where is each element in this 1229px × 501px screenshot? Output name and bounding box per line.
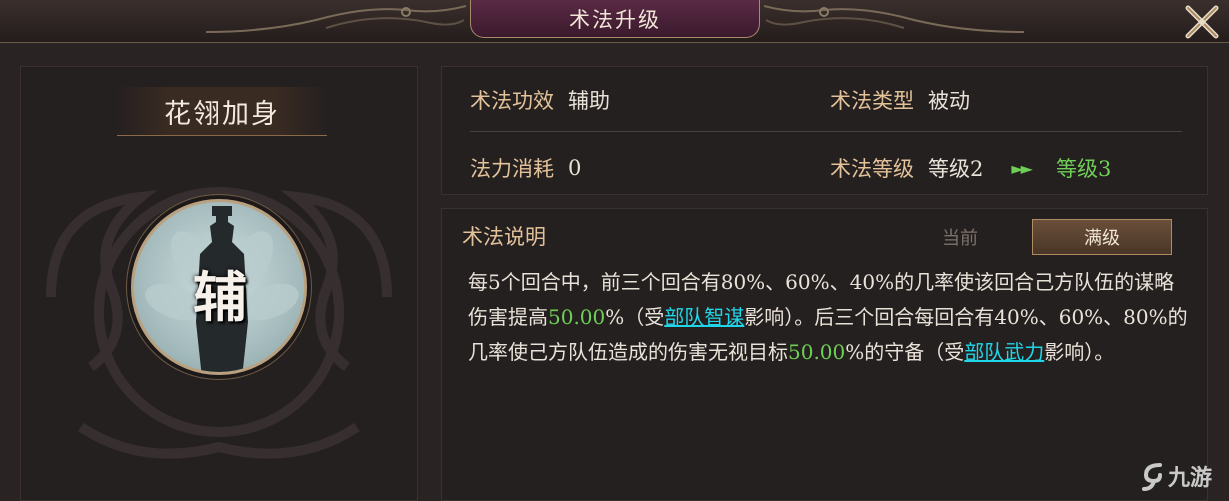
level-next: 等级3 [1055,157,1112,181]
page-title: 术法升级 [470,0,760,38]
description-title: 术法说明 [462,225,546,249]
desc-part-2: %（受 [605,305,665,329]
skill-icon: 辅 [131,199,307,375]
tab-max-level[interactable]: 满级 [1032,219,1172,255]
effect-row: 术法功效 辅助 [470,85,610,115]
desc-part-5: 影响）。 [1044,340,1115,364]
type-row: 术法类型 被动 [830,85,970,115]
desc-part-4: %的守备（受 [845,340,965,364]
troop-intelligence-link[interactable]: 部队智谋 [664,305,744,329]
level-label: 术法等级 [830,157,914,181]
watermark: 九游 [1140,456,1229,496]
effect-value: 辅助 [568,89,610,113]
level-row: 术法等级 等级2 ►► 等级3 [830,153,1111,183]
desc-value-1: 50.00 [548,305,606,329]
info-divider [470,131,1182,132]
type-label: 术法类型 [830,89,914,113]
left-ornament-icon [206,5,466,33]
description-text: 每5个回合中，前三个回合有80%、60%、40%的几率使该回合己方队伍的谋略伤害… [468,265,1192,370]
cost-row: 法力消耗 0 [470,153,581,183]
watermark-logo-icon [1142,463,1162,491]
skill-info-panel: 术法功效 辅助 术法类型 被动 法力消耗 0 术法等级 等级2 ►► 等级3 [441,66,1208,195]
skill-name: 花翎加身 [117,87,327,136]
effect-label: 术法功效 [470,89,554,113]
cost-value: 0 [568,156,582,180]
close-button[interactable] [1178,0,1226,44]
desc-value-2: 50.00 [788,340,846,364]
level-current: 等级2 [928,157,984,181]
watermark-text: 九游 [1168,465,1213,491]
close-icon [1185,5,1219,39]
cost-label: 法力消耗 [470,157,554,181]
level-arrow-icon: ►► [1011,158,1033,178]
tab-current[interactable]: 当前 [910,219,1010,255]
skill-type-glyph: 辅 [193,264,247,329]
type-value: 被动 [928,89,970,113]
skill-portrait-panel: 花翎加身 辅 [20,66,418,501]
top-bar: 术法升级 [0,0,1229,43]
right-ornament-icon [764,5,1024,33]
troop-strength-link[interactable]: 部队武力 [964,340,1044,364]
skill-description-panel: 术法说明 当前 满级 每5个回合中，前三个回合有80%、60%、40%的几率使该… [441,208,1208,501]
